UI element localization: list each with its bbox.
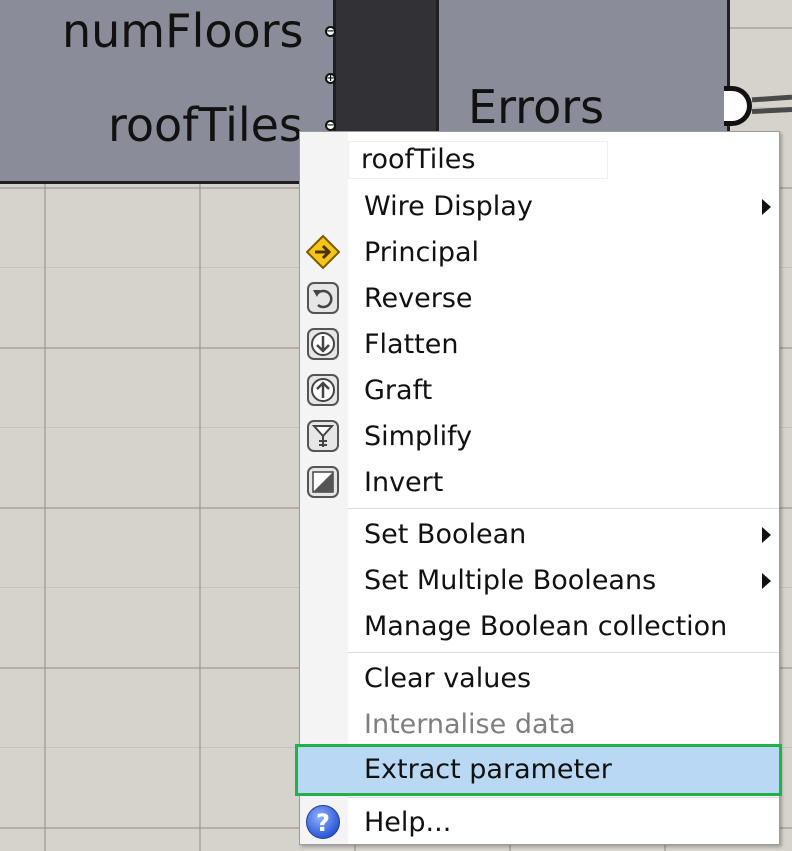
- menu-item-label: Flatten: [364, 329, 459, 360]
- menu-item-label: Set Multiple Booleans: [364, 565, 657, 596]
- menu-item-clear-values[interactable]: Clear values: [300, 656, 779, 702]
- add-input-port[interactable]: +: [325, 73, 336, 84]
- menu-item-label: Wire Display: [364, 191, 533, 222]
- input-label-numfloors: numFloors: [62, 4, 304, 58]
- menu-separator: [348, 508, 779, 509]
- menu-item-label: Manage Boolean collection: [364, 611, 728, 642]
- menu-item-internalise-data: Internalise data: [300, 702, 779, 748]
- simplify-icon: [306, 419, 340, 453]
- menu-item-label: Simplify: [364, 421, 473, 452]
- menu-item-principal[interactable]: Principal: [300, 230, 779, 276]
- context-menu: roofTiles Wire Display Principal Reverse: [295, 131, 782, 846]
- graft-icon: [306, 373, 340, 407]
- menu-item-set-boolean[interactable]: Set Boolean: [300, 512, 779, 558]
- menu-item-label: Help...: [364, 807, 452, 838]
- menu-item-label: Clear values: [364, 663, 532, 694]
- input-port-rooftiles[interactable]: −: [325, 120, 336, 131]
- input-label-rooftiles: roofTiles: [108, 98, 303, 152]
- menu-item-wire-display[interactable]: Wire Display: [300, 184, 779, 230]
- menu-item-manage-boolean-collection[interactable]: Manage Boolean collection: [300, 604, 779, 650]
- menu-separator: [348, 652, 779, 653]
- menu-item-set-multiple-booleans[interactable]: Set Multiple Booleans: [300, 558, 779, 604]
- menu-item-flatten[interactable]: Flatten: [300, 322, 779, 368]
- menu-item-simplify[interactable]: Simplify: [300, 414, 779, 460]
- flatten-icon: [306, 327, 340, 361]
- output-label-errors: Errors: [468, 80, 605, 134]
- reverse-icon: [306, 281, 340, 315]
- menu-item-label: Internalise data: [364, 709, 576, 740]
- principal-arrow-icon: [305, 234, 341, 270]
- menu-item-reverse[interactable]: Reverse: [300, 276, 779, 322]
- menu-item-invert[interactable]: Invert: [300, 460, 779, 506]
- menu-separator: [348, 797, 779, 798]
- submenu-arrow-icon: [762, 527, 771, 543]
- menu-item-label: Invert: [364, 467, 444, 498]
- submenu-arrow-icon: [762, 573, 771, 589]
- menu-item-graft[interactable]: Graft: [300, 368, 779, 414]
- menu-item-label: Set Boolean: [364, 519, 527, 550]
- invert-icon: [306, 465, 340, 499]
- input-port-numfloors[interactable]: −: [325, 26, 336, 37]
- menu-item-label: Reverse: [364, 283, 473, 314]
- help-icon: ?: [306, 805, 340, 839]
- menu-item-label: Graft: [364, 375, 433, 406]
- submenu-arrow-icon: [762, 199, 771, 215]
- menu-item-label: Extract parameter: [364, 754, 612, 785]
- menu-title-name-field[interactable]: roofTiles: [348, 141, 608, 179]
- menu-item-extract-parameter[interactable]: Extract parameter: [295, 744, 782, 796]
- menu-item-help[interactable]: ? Help...: [300, 800, 779, 846]
- menu-item-label: Principal: [364, 237, 480, 268]
